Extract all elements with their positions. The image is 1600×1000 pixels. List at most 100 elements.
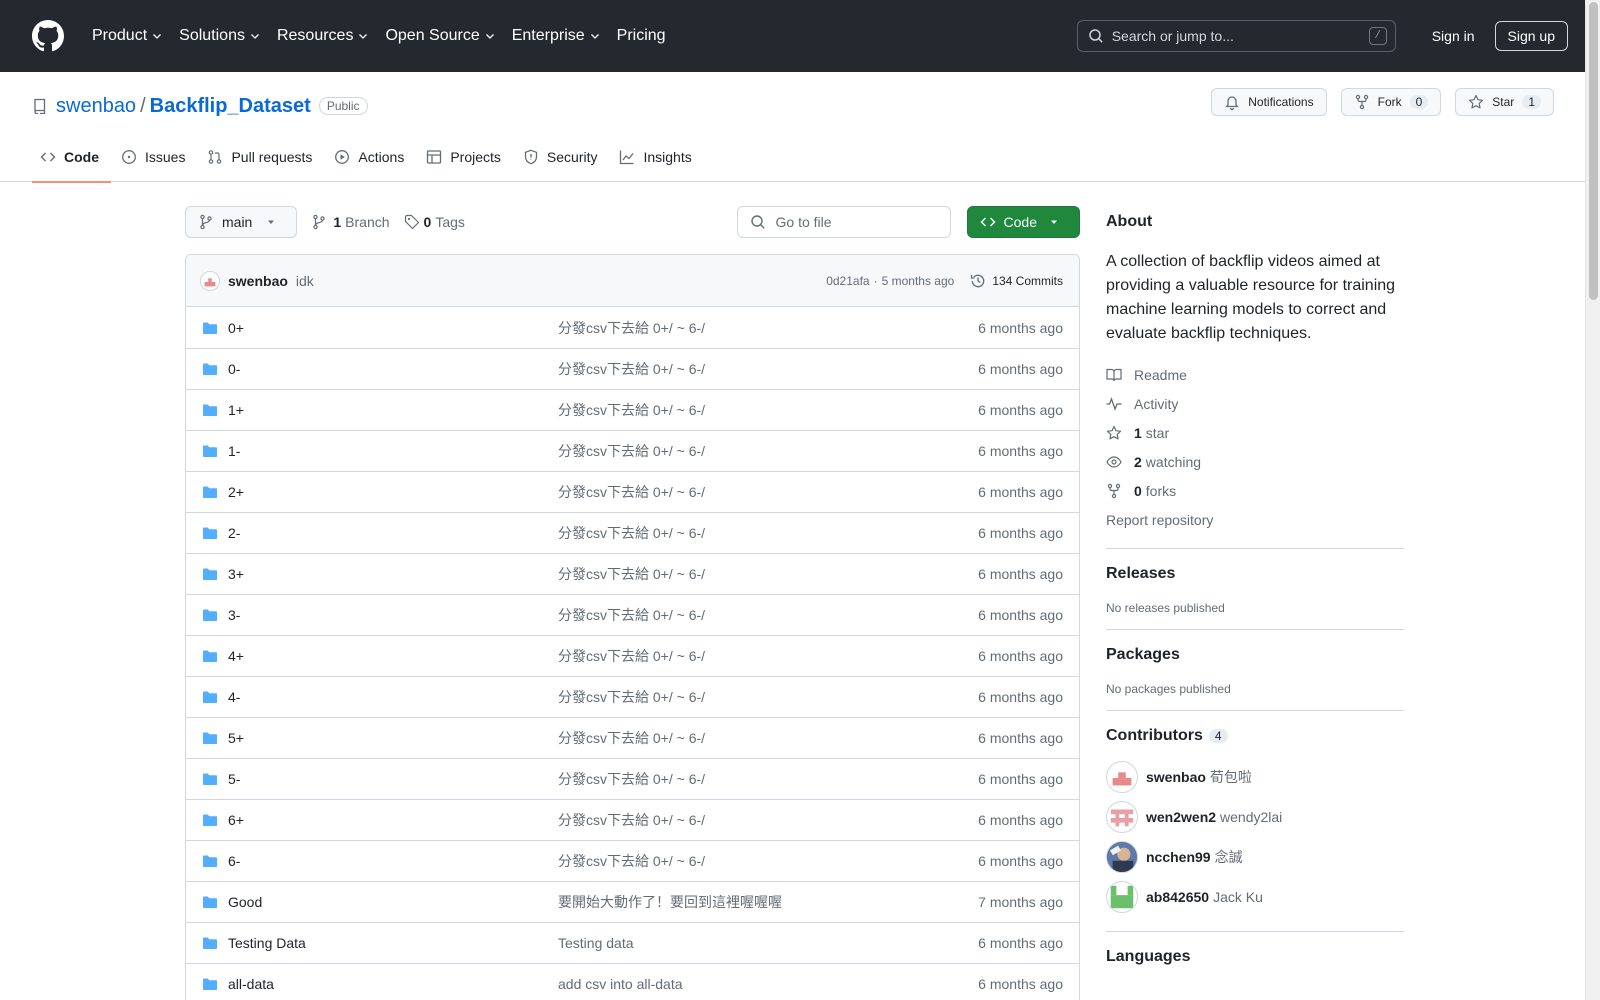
readme-link[interactable]: Readme — [1106, 360, 1404, 389]
sign-up-button[interactable]: Sign up — [1494, 21, 1568, 51]
star-button[interactable]: Star 1 — [1455, 88, 1554, 116]
fork-button[interactable]: Fork 0 — [1340, 88, 1442, 116]
branch-selector-button[interactable]: main — [185, 206, 298, 238]
packages-heading[interactable]: Packages — [1106, 646, 1404, 664]
file-commit-message-link[interactable]: 分發csv下去給 0+/ ~ 6-/ — [558, 318, 978, 338]
file-commit-message-link[interactable]: 分發csv下去給 0+/ ~ 6-/ — [558, 687, 978, 707]
nav-open-source[interactable]: Open Source — [377, 18, 503, 54]
search-input[interactable]: Search or jump to... / — [1076, 20, 1396, 52]
table-row[interactable]: 2- 分發csv下去給 0+/ ~ 6-/6 months ago — [186, 512, 1079, 553]
tab-pull-requests[interactable]: Pull requests — [199, 132, 324, 182]
sign-in-link[interactable]: Sign in — [1416, 28, 1491, 44]
tab-insights[interactable]: Insights — [611, 132, 703, 182]
contributor-item[interactable]: ncchen99 念誠 — [1106, 837, 1404, 877]
file-name-link[interactable]: 0- — [228, 361, 558, 377]
file-name-link[interactable]: 4+ — [228, 648, 558, 664]
repo-owner-link[interactable]: swenbao — [56, 95, 136, 118]
file-name-link[interactable]: 5+ — [228, 730, 558, 746]
nav-pricing[interactable]: Pricing — [609, 18, 674, 54]
code-button[interactable]: Code — [966, 206, 1080, 238]
file-commit-message-link[interactable]: 要開始大動作了！要回到這裡喔喔喔 — [558, 892, 978, 912]
file-commit-message-link[interactable]: 分發csv下去給 0+/ ~ 6-/ — [558, 810, 978, 830]
table-row[interactable]: 5- 分發csv下去給 0+/ ~ 6-/6 months ago — [186, 758, 1079, 799]
table-row[interactable]: Testing Data Testing data 6 months ago — [186, 922, 1079, 963]
notifications-button[interactable]: Notifications — [1211, 88, 1327, 116]
table-row[interactable]: 4+ 分發csv下去給 0+/ ~ 6-/6 months ago — [186, 635, 1079, 676]
nav-enterprise[interactable]: Enterprise — [504, 18, 609, 54]
file-name-link[interactable]: 3- — [228, 607, 558, 623]
tab-security[interactable]: Security — [515, 132, 610, 182]
nav-solutions[interactable]: Solutions — [171, 18, 269, 54]
file-name-link[interactable]: all-data — [228, 976, 558, 992]
file-commit-message-link[interactable]: 分發csv下去給 0+/ ~ 6-/ — [558, 769, 978, 789]
identicon-icon — [1110, 885, 1134, 909]
nav-product[interactable]: Product — [84, 18, 171, 54]
github-logo-icon[interactable] — [32, 20, 64, 52]
tags-link[interactable]: 0 Tags — [404, 214, 465, 230]
file-name-link[interactable]: 2+ — [228, 484, 558, 500]
file-name-link[interactable]: 6+ — [228, 812, 558, 828]
table-row[interactable]: 1- 分發csv下去給 0+/ ~ 6-/6 months ago — [186, 430, 1079, 471]
languages-heading[interactable]: Languages — [1106, 948, 1404, 966]
file-commit-message-link[interactable]: add csv into all-data — [558, 976, 978, 992]
file-commit-message-link[interactable]: 分發csv下去給 0+/ ~ 6-/ — [558, 728, 978, 748]
page-scrollbar[interactable] — [1585, 0, 1600, 1000]
activity-link[interactable]: Activity — [1106, 389, 1404, 418]
file-name-link[interactable]: 0+ — [228, 320, 558, 336]
file-name-link[interactable]: 2- — [228, 525, 558, 541]
file-commit-message-link[interactable]: 分發csv下去給 0+/ ~ 6-/ — [558, 646, 978, 666]
file-name-link[interactable]: 5- — [228, 771, 558, 787]
forks-link[interactable]: 0 forks — [1106, 476, 1404, 505]
contributor-item[interactable]: wen2wen2 wendy2lai — [1106, 797, 1404, 837]
table-row[interactable]: 0+ 分發csv下去給 0+/ ~ 6-/6 months ago — [186, 307, 1079, 348]
commits-history-link[interactable]: 134 Commits — [970, 273, 1063, 289]
table-row[interactable]: Good 要開始大動作了！要回到這裡喔喔喔 7 months ago — [186, 881, 1079, 922]
file-name-link[interactable]: 4- — [228, 689, 558, 705]
contributor-item[interactable]: ab842650 Jack Ku — [1106, 877, 1404, 917]
file-commit-message-link[interactable]: 分發csv下去給 0+/ ~ 6-/ — [558, 441, 978, 461]
file-commit-message-link[interactable]: 分發csv下去給 0+/ ~ 6-/ — [558, 482, 978, 502]
file-commit-message-link[interactable]: 分發csv下去給 0+/ ~ 6-/ — [558, 564, 978, 584]
file-commit-message-link[interactable]: 分發csv下去給 0+/ ~ 6-/ — [558, 605, 978, 625]
table-row[interactable]: 3+ 分發csv下去給 0+/ ~ 6-/6 months ago — [186, 553, 1079, 594]
releases-heading[interactable]: Releases — [1106, 565, 1404, 583]
table-row[interactable]: 6- 分發csv下去給 0+/ ~ 6-/6 months ago — [186, 840, 1079, 881]
file-name-link[interactable]: Good — [228, 894, 558, 910]
tab-issues[interactable]: Issues — [113, 132, 197, 182]
table-row[interactable]: 4- 分發csv下去給 0+/ ~ 6-/6 months ago — [186, 676, 1079, 717]
avatar[interactable] — [200, 270, 220, 291]
watchers-link[interactable]: 2 watching — [1106, 447, 1404, 476]
branches-link[interactable]: 1 Branch — [311, 214, 390, 230]
table-row[interactable]: 5+ 分發csv下去給 0+/ ~ 6-/6 months ago — [186, 717, 1079, 758]
table-row[interactable]: 0- 分發csv下去給 0+/ ~ 6-/6 months ago — [186, 348, 1079, 389]
file-commit-message-link[interactable]: Testing data — [558, 935, 978, 951]
file-name-link[interactable]: 6- — [228, 853, 558, 869]
contributors-heading[interactable]: Contributors 4 — [1106, 727, 1404, 745]
commit-author-link[interactable]: swenbao — [228, 273, 288, 289]
table-row[interactable]: all-data add csv into all-data 6 months ag… — [186, 963, 1079, 1000]
file-name-link[interactable]: 3+ — [228, 566, 558, 582]
table-row[interactable]: 3- 分發csv下去給 0+/ ~ 6-/6 months ago — [186, 594, 1079, 635]
repo-name-link[interactable]: Backflip_Dataset — [150, 95, 311, 118]
go-to-file-input[interactable]: Go to file — [736, 206, 951, 238]
commit-message-link[interactable]: idk — [296, 273, 314, 289]
file-name-link[interactable]: 1+ — [228, 402, 558, 418]
file-name-link[interactable]: 1- — [228, 443, 558, 459]
tab-code[interactable]: Code — [32, 132, 111, 183]
file-commit-message-link[interactable]: 分發csv下去給 0+/ ~ 6-/ — [558, 523, 978, 543]
nav-resources[interactable]: Resources — [269, 18, 377, 54]
file-commit-message-link[interactable]: 分發csv下去給 0+/ ~ 6-/ — [558, 400, 978, 420]
scrollbar-thumb[interactable] — [1589, 2, 1598, 300]
file-commit-message-link[interactable]: 分發csv下去給 0+/ ~ 6-/ — [558, 359, 978, 379]
table-row[interactable]: 6+ 分發csv下去給 0+/ ~ 6-/6 months ago — [186, 799, 1079, 840]
contributor-item[interactable]: swenbao 荀包啦 — [1106, 757, 1404, 797]
tab-actions[interactable]: Actions — [326, 132, 416, 182]
report-repository-link[interactable]: Report repository — [1106, 505, 1404, 534]
table-row[interactable]: 2+ 分發csv下去給 0+/ ~ 6-/6 months ago — [186, 471, 1079, 512]
table-row[interactable]: 1+ 分發csv下去給 0+/ ~ 6-/6 months ago — [186, 389, 1079, 430]
file-name-link[interactable]: Testing Data — [228, 935, 558, 951]
stars-link[interactable]: 1 star — [1106, 418, 1404, 447]
commit-hash-link[interactable]: 0d21afa — [826, 274, 869, 288]
file-commit-message-link[interactable]: 分發csv下去給 0+/ ~ 6-/ — [558, 851, 978, 871]
tab-projects[interactable]: Projects — [418, 132, 513, 182]
